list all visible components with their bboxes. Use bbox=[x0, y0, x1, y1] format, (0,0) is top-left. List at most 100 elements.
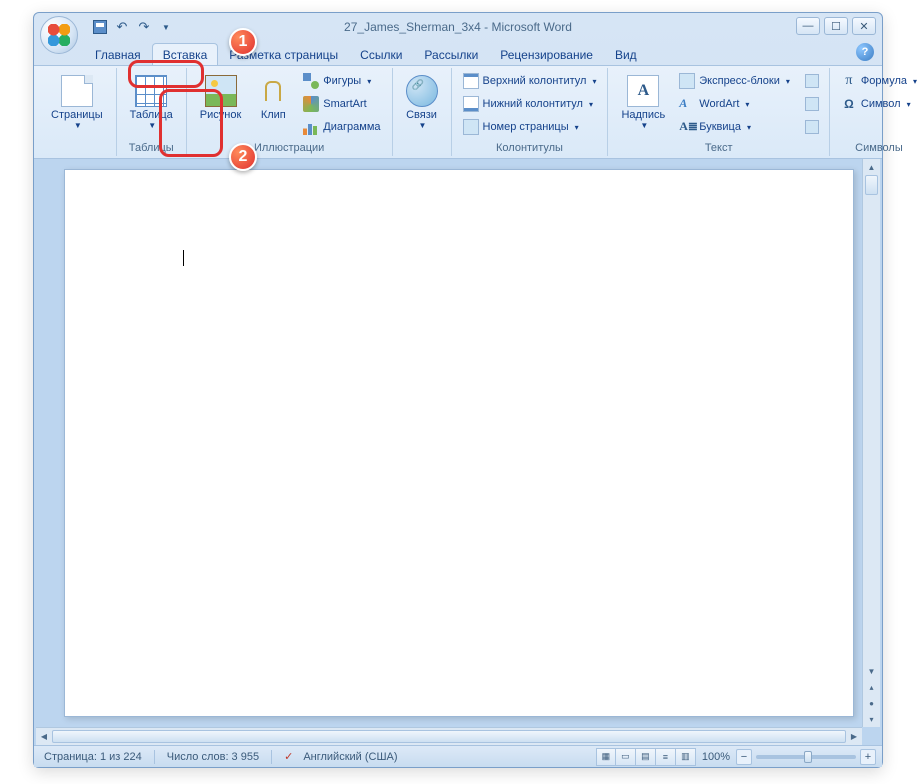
table-button[interactable]: Таблица ▼ bbox=[123, 70, 180, 133]
chevron-down-icon: ▾ bbox=[589, 100, 593, 109]
pagenumber-button[interactable]: Номер страницы ▾ bbox=[458, 116, 602, 138]
undo-icon: ↶ bbox=[117, 19, 128, 35]
group-links: Связи ▼ bbox=[393, 68, 452, 156]
status-language[interactable]: Английский (США) bbox=[299, 751, 401, 763]
footer-button[interactable]: Нижний колонтитул ▾ bbox=[458, 93, 602, 115]
scroll-down-button[interactable]: ▼ bbox=[863, 663, 880, 679]
chevron-down-icon: ▾ bbox=[575, 123, 579, 132]
zoom-slider-thumb[interactable] bbox=[804, 751, 812, 763]
window-controls: — ☐ ✕ bbox=[796, 17, 876, 35]
view-buttons: ▦ ▭ ▤ ≡ ▥ bbox=[596, 748, 696, 766]
prev-page-button[interactable]: ▴ bbox=[869, 679, 874, 695]
minimize-icon: — bbox=[803, 20, 814, 32]
tab-view[interactable]: Вид bbox=[604, 43, 648, 65]
close-button[interactable]: ✕ bbox=[852, 17, 876, 35]
chart-button[interactable]: Диаграмма bbox=[298, 116, 385, 138]
scroll-track-h[interactable] bbox=[52, 728, 846, 745]
footer-label: Нижний колонтитул bbox=[483, 98, 583, 110]
zoom-slider[interactable] bbox=[756, 755, 856, 759]
scroll-right-button[interactable]: ▶ bbox=[846, 728, 862, 745]
textbox-button[interactable]: A Надпись ▼ bbox=[614, 70, 672, 133]
footer-icon bbox=[463, 96, 479, 112]
group-tables-label: Таблицы bbox=[123, 140, 180, 154]
view-print-layout[interactable]: ▦ bbox=[596, 748, 616, 766]
document-page[interactable] bbox=[64, 169, 854, 717]
zoom-value[interactable]: 100% bbox=[698, 751, 734, 763]
help-button[interactable]: ? bbox=[856, 43, 874, 61]
view-draft[interactable]: ▥ bbox=[676, 748, 696, 766]
header-button[interactable]: Верхний колонтитул ▾ bbox=[458, 70, 602, 92]
page-icon bbox=[61, 75, 93, 107]
horizontal-scrollbar[interactable]: ◀ ▶ bbox=[36, 727, 862, 745]
symbol-icon: Ω bbox=[841, 96, 857, 112]
status-page[interactable]: Страница: 1 из 224 bbox=[40, 751, 146, 763]
shapes-icon bbox=[303, 73, 319, 89]
quickparts-label: Экспресс-блоки bbox=[699, 75, 780, 87]
dropcap-label: Буквица bbox=[699, 121, 741, 133]
tab-references[interactable]: Ссылки bbox=[349, 43, 413, 65]
minimize-button[interactable]: — bbox=[796, 17, 820, 35]
tab-insert[interactable]: Вставка bbox=[152, 43, 219, 65]
callout-badge-2: 2 bbox=[229, 143, 257, 171]
view-web[interactable]: ▤ bbox=[636, 748, 656, 766]
links-button[interactable]: Связи ▼ bbox=[399, 70, 445, 133]
pages-button[interactable]: Страницы ▼ bbox=[44, 70, 110, 133]
datetime-button[interactable] bbox=[801, 93, 823, 115]
spellcheck-button[interactable]: ✓ bbox=[280, 750, 297, 763]
scroll-track[interactable] bbox=[863, 175, 880, 663]
scroll-up-button[interactable]: ▲ bbox=[863, 159, 880, 175]
view-outline[interactable]: ≡ bbox=[656, 748, 676, 766]
zoom-in-button[interactable]: + bbox=[860, 749, 876, 765]
redo-button[interactable]: ↷ bbox=[134, 17, 154, 37]
clip-icon bbox=[257, 75, 289, 107]
chevron-down-icon: ▼ bbox=[148, 121, 156, 130]
clip-button[interactable]: Клип bbox=[250, 70, 296, 124]
view-fullscreen[interactable]: ▭ bbox=[616, 748, 636, 766]
undo-button[interactable]: ↶ bbox=[112, 17, 132, 37]
dropcap-button[interactable]: A≣ Буквица ▾ bbox=[674, 116, 795, 138]
textbox-icon: A bbox=[627, 75, 659, 107]
maximize-button[interactable]: ☐ bbox=[824, 17, 848, 35]
scroll-thumb[interactable] bbox=[865, 175, 878, 195]
object-icon bbox=[805, 120, 819, 134]
object-button[interactable] bbox=[801, 116, 823, 138]
vertical-scrollbar[interactable]: ▲ ▼ ▴ ● ▾ bbox=[862, 159, 880, 727]
tab-review[interactable]: Рецензирование bbox=[489, 43, 604, 65]
wordart-button[interactable]: A WordArt ▾ bbox=[674, 93, 795, 115]
chart-label: Диаграмма bbox=[323, 121, 380, 133]
links-label: Связи bbox=[406, 109, 437, 121]
formula-button[interactable]: π Формула ▾ bbox=[836, 70, 920, 92]
status-words[interactable]: Число слов: 3 955 bbox=[163, 751, 263, 763]
picture-button[interactable]: Рисунок bbox=[193, 70, 249, 124]
shapes-label: Фигуры bbox=[323, 75, 361, 87]
browse-object-button[interactable]: ● bbox=[869, 695, 874, 711]
shapes-button[interactable]: Фигуры ▾ bbox=[298, 70, 385, 92]
qat-customize[interactable]: ▼ bbox=[156, 17, 176, 37]
group-symbols: π Формула ▾ Ω Символ ▾ Символы bbox=[830, 68, 920, 156]
tab-mailings[interactable]: Рассылки bbox=[413, 43, 489, 65]
office-button[interactable] bbox=[40, 16, 78, 54]
chevron-down-icon: ▼ bbox=[640, 121, 648, 130]
scroll-left-button[interactable]: ◀ bbox=[36, 728, 52, 745]
pages-label: Страницы bbox=[51, 109, 103, 121]
smartart-label: SmartArt bbox=[323, 98, 366, 110]
chevron-down-icon: ▾ bbox=[745, 100, 749, 109]
tab-home[interactable]: Главная bbox=[84, 43, 152, 65]
quickparts-icon bbox=[679, 73, 695, 89]
save-button[interactable] bbox=[90, 17, 110, 37]
web-icon: ▤ bbox=[641, 751, 650, 762]
signature-button[interactable] bbox=[801, 70, 823, 92]
outline-icon: ≡ bbox=[663, 752, 668, 762]
quickparts-button[interactable]: Экспресс-блоки ▾ bbox=[674, 70, 795, 92]
symbol-button[interactable]: Ω Символ ▾ bbox=[836, 93, 920, 115]
zoom-out-button[interactable]: − bbox=[736, 749, 752, 765]
smartart-button[interactable]: SmartArt bbox=[298, 93, 385, 115]
draft-icon: ▥ bbox=[681, 751, 690, 762]
chart-icon bbox=[303, 119, 319, 135]
titlebar: ↶ ↷ ▼ 27_James_Sherman_3x4 - Microsoft W… bbox=[34, 13, 882, 41]
next-page-button[interactable]: ▾ bbox=[869, 711, 874, 727]
scroll-thumb-h[interactable] bbox=[52, 730, 846, 743]
chevron-down-icon: ▼ bbox=[74, 121, 82, 130]
picture-label: Рисунок bbox=[200, 109, 242, 121]
window-title: 27_James_Sherman_3x4 - Microsoft Word bbox=[344, 20, 572, 34]
